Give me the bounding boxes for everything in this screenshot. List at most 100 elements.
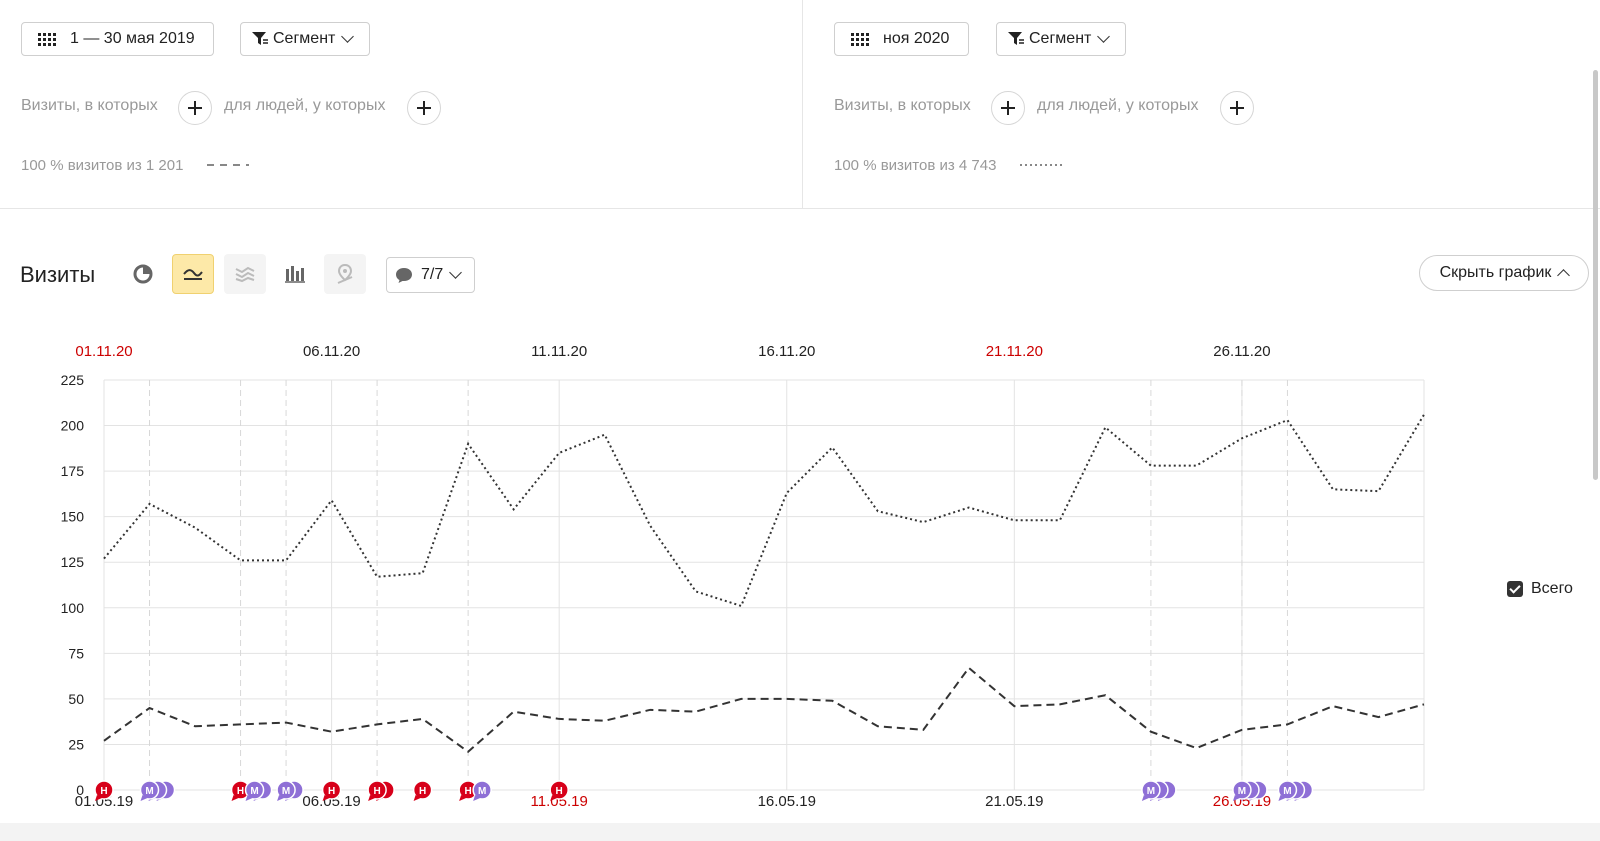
bottom-x-tick-label: 21.05.19 xyxy=(985,793,1043,810)
visits-share-text: 100 % визитов из 1 201 xyxy=(21,157,184,174)
add-visit-condition-button[interactable] xyxy=(178,91,212,125)
y-tick-label: 175 xyxy=(61,463,85,479)
map-button[interactable] xyxy=(324,254,366,294)
data-point xyxy=(1195,747,1198,750)
legend-label: Всего xyxy=(1531,580,1573,597)
y-tick-label: 200 xyxy=(61,418,85,434)
date-range-button[interactable]: 1 — 30 мая 2019 xyxy=(21,22,214,56)
svg-text:М: М xyxy=(1238,786,1246,797)
data-point xyxy=(694,590,697,593)
top-x-tick-label: 26.11.20 xyxy=(1213,343,1270,360)
page-scrollbar[interactable] xyxy=(1593,70,1598,480)
filter-icon xyxy=(251,31,269,47)
area-chart-button[interactable] xyxy=(224,254,266,294)
add-people-condition-button[interactable] xyxy=(407,91,441,125)
bar-chart-button[interactable] xyxy=(274,254,316,294)
svg-text:М: М xyxy=(478,786,486,797)
add-visit-condition-button[interactable] xyxy=(991,91,1025,125)
data-point xyxy=(1286,419,1289,422)
data-point xyxy=(785,697,788,700)
filter-icon xyxy=(1007,31,1025,47)
data-point xyxy=(467,442,470,445)
svg-text:М: М xyxy=(282,786,290,797)
data-point xyxy=(740,604,743,607)
data-point xyxy=(1377,490,1380,493)
dashed-line-sample xyxy=(207,164,249,166)
data-point xyxy=(285,721,288,724)
data-point xyxy=(603,719,606,722)
pie-chart-icon xyxy=(133,264,153,284)
top-x-tick-label: 01.11.20 xyxy=(75,343,132,360)
visits-condition-label: Визиты, в которых xyxy=(834,97,971,114)
y-tick-label: 150 xyxy=(61,509,85,525)
svg-text:М: М xyxy=(1147,786,1155,797)
hide-chart-button[interactable]: Скрыть график xyxy=(1419,255,1589,291)
pie-chart-button[interactable] xyxy=(122,254,164,294)
data-point xyxy=(1423,413,1426,416)
svg-text:Н: Н xyxy=(373,786,380,797)
checkbox-checked-icon[interactable] xyxy=(1507,581,1523,597)
annotations-count: 7/7 xyxy=(421,266,444,283)
data-point xyxy=(194,526,197,529)
segment-button[interactable]: Сегмент xyxy=(996,22,1126,56)
add-people-condition-button[interactable] xyxy=(1220,91,1254,125)
line-chart-button[interactable] xyxy=(172,254,214,294)
data-point xyxy=(330,730,333,733)
data-point xyxy=(876,510,879,513)
visits-condition-label: Визиты, в которых xyxy=(21,97,158,114)
map-icon xyxy=(337,263,353,284)
data-point xyxy=(831,446,834,449)
bottom-strip xyxy=(0,823,1600,841)
y-tick-label: 125 xyxy=(61,554,85,570)
data-point xyxy=(1149,464,1152,467)
top-x-tick-label: 16.11.20 xyxy=(758,343,815,360)
svg-text:М: М xyxy=(1283,786,1291,797)
calendar-icon xyxy=(851,32,869,46)
note-marker-icon[interactable]: М xyxy=(472,780,492,801)
chevron-down-icon xyxy=(449,266,463,279)
chevron-up-icon xyxy=(1557,269,1571,282)
data-point xyxy=(376,723,379,726)
y-tick-label: 100 xyxy=(61,600,85,616)
visits-share-text: 100 % визитов из 4 743 xyxy=(834,157,997,174)
y-tick-label: 25 xyxy=(68,736,84,752)
svg-text:Н: Н xyxy=(237,786,244,797)
y-tick-label: 225 xyxy=(61,372,85,388)
data-point xyxy=(1423,703,1426,706)
data-point xyxy=(239,559,242,562)
data-point xyxy=(1149,730,1152,733)
data-point xyxy=(239,723,242,726)
data-point xyxy=(330,499,333,502)
data-point xyxy=(1058,519,1061,522)
svg-text:Н: Н xyxy=(419,786,426,797)
data-point xyxy=(1331,488,1334,491)
data-point xyxy=(285,559,288,562)
data-point xyxy=(831,699,834,702)
header-divider xyxy=(0,208,1600,209)
data-point xyxy=(603,433,606,436)
data-point xyxy=(467,750,470,753)
annotations-dropdown[interactable]: 7/7 xyxy=(386,257,475,293)
holiday-marker-icon[interactable]: Н xyxy=(412,780,433,801)
data-point xyxy=(1013,519,1016,522)
date-range-label: ноя 2020 xyxy=(883,30,950,47)
data-point xyxy=(967,666,970,669)
date-range-button[interactable]: ноя 2020 xyxy=(834,22,969,56)
legend-total[interactable]: Всего xyxy=(1507,580,1573,598)
data-point xyxy=(512,508,515,511)
series-line-dashed xyxy=(103,666,1425,754)
area-chart-icon xyxy=(235,266,255,283)
line-chart-icon xyxy=(183,269,203,280)
data-point xyxy=(1240,728,1243,731)
left-segment-panel: 1 — 30 мая 2019 Сегмент Визиты, в которы… xyxy=(0,0,803,208)
data-point xyxy=(421,572,424,575)
report-title: Визиты xyxy=(20,262,96,287)
data-point xyxy=(876,725,879,728)
comment-icon xyxy=(395,267,413,284)
y-tick-label: 75 xyxy=(68,645,84,661)
segment-label: Сегмент xyxy=(1029,30,1092,47)
data-point xyxy=(1104,694,1107,697)
segment-button[interactable]: Сегмент xyxy=(240,22,370,56)
data-point xyxy=(785,491,788,494)
bar-chart-icon xyxy=(285,266,305,283)
